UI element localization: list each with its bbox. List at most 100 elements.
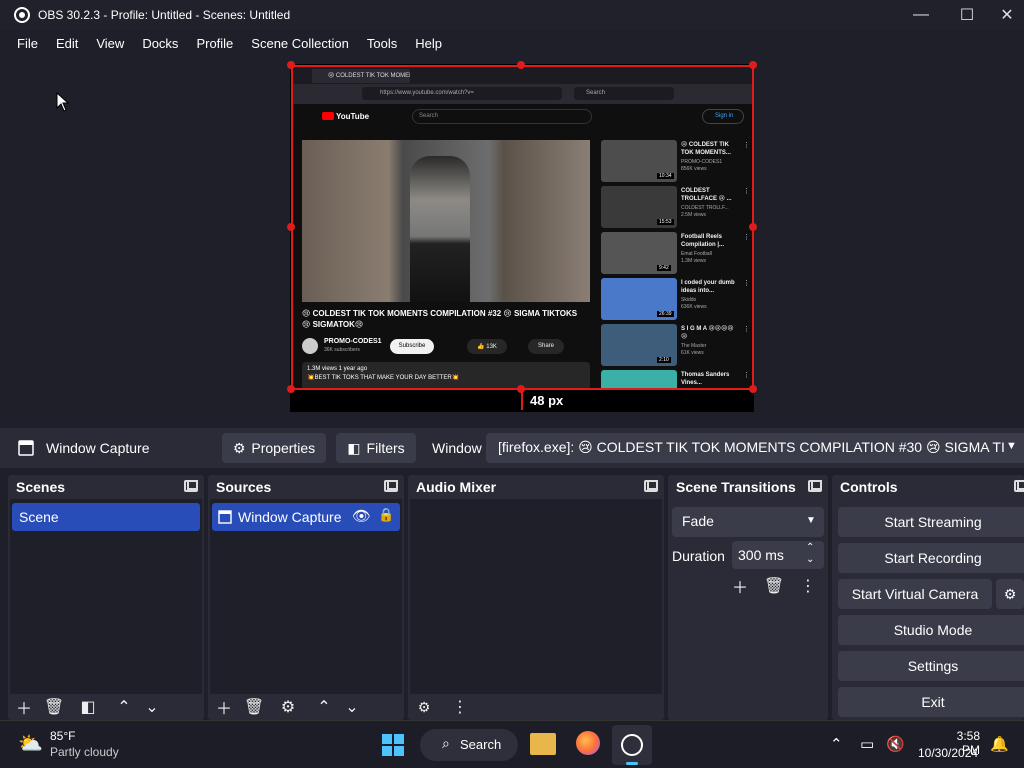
minimize-button[interactable]: — [898,0,944,30]
weather-icon[interactable]: ⛅ [18,731,43,756]
resize-handle-top[interactable] [517,61,525,69]
close-button[interactable]: ✕ [990,0,1024,30]
filters-icon: ◧ [347,439,361,456]
window-select-dropdown[interactable]: [firefox.exe]: 😢 COLDEST TIK TOK MOMENTS… [486,433,1024,463]
add-transition-button[interactable]: ＋ [728,575,752,597]
offset-label: 48 px [530,393,564,408]
clock-date[interactable]: 10/30/2024 [918,746,978,760]
menu-docks[interactable]: Docks [133,36,187,51]
file-explorer-icon[interactable] [530,733,556,755]
more-options-icon[interactable]: ⋮ [448,696,472,718]
chevron-down-icon[interactable]: ⌄ [340,696,364,718]
audio-mixer-dock: Audio Mixer ⚙ ⋮ [408,475,664,720]
more-options-icon[interactable]: ⋮ [796,575,820,597]
eye-icon[interactable]: 👁 [352,507,371,525]
resize-handle-bottom-right[interactable] [749,385,757,393]
menu-view[interactable]: View [87,36,133,51]
resize-handle-top-right[interactable] [749,61,757,69]
resize-handle-bottom-left[interactable] [287,385,295,393]
sources-list: Window Capture 👁 🔒 [210,499,402,694]
chevron-up-icon[interactable]: ⌃ [312,696,336,718]
source-selection-box[interactable] [291,65,754,390]
lock-icon[interactable]: 🔒 [378,507,394,523]
filters-label: Filters [366,440,405,456]
virtual-camera-gear-icon[interactable]: ⚙ [996,579,1024,609]
firefox-icon[interactable] [576,731,600,755]
start-virtual-camera-button[interactable]: Start Virtual Camera [838,579,992,609]
exit-button[interactable]: Exit [838,687,1024,717]
volume-muted-icon[interactable]: 🔇 [886,735,905,753]
filters-button[interactable]: ◧ Filters [336,433,416,463]
filters-icon[interactable]: ◧ [76,696,100,718]
duration-spinbox[interactable]: 300 ms ⌃ ⌄ [732,541,824,569]
trash-icon[interactable]: 🗑 [762,575,786,597]
maximize-button[interactable]: ☐ [944,0,990,30]
dock-float-icon[interactable] [808,480,822,492]
dock-float-icon[interactable] [1014,480,1024,492]
obs-taskbar-button[interactable] [612,725,652,765]
notification-icon[interactable]: 🔔 [990,735,1009,753]
start-recording-button[interactable]: Start Recording [838,543,1024,573]
properties-button[interactable]: ⚙ Properties [222,433,326,463]
chevron-down-icon[interactable]: ⌄ [806,554,814,565]
scenes-title: Scenes [16,479,66,495]
source-item-label: Window Capture [238,509,342,525]
chevron-up-icon[interactable]: ⌃ [806,542,814,553]
studio-mode-button[interactable]: Studio Mode [838,615,1024,645]
chevron-down-icon: ▼ [806,515,816,526]
start-streaming-button[interactable]: Start Streaming [838,507,1024,537]
weather-temp[interactable]: 85°F [50,729,75,743]
duration-value: 300 ms [738,547,784,563]
add-source-button[interactable]: ＋ [212,696,236,718]
network-icon[interactable]: ▭ [860,735,874,753]
dock-float-icon[interactable] [184,480,198,492]
transition-select[interactable]: Fade ▼ [672,507,824,537]
weather-desc[interactable]: Partly cloudy [50,745,119,759]
menu-profile[interactable]: Profile [187,36,242,51]
source-toolbar: Window Capture ⚙ Properties ◧ Filters Wind… [0,428,1024,468]
transition-type: Fade [682,513,714,529]
windows-start-icon[interactable] [382,734,404,756]
scene-transitions-title: Scene Transitions [676,479,796,495]
audio-mixer-title: Audio Mixer [416,479,497,495]
properties-label: Properties [251,440,316,456]
window-capture-icon [18,440,34,456]
menu-help[interactable]: Help [406,36,451,51]
menu-scene-collection[interactable]: Scene Collection [242,36,358,51]
menu-tools[interactable]: Tools [358,36,406,51]
controls-dock: Controls Start Streaming Start Recording… [832,475,1024,720]
mouse-cursor-icon [56,92,70,112]
windows-taskbar: ⛅ 85°F Partly cloudy ⌕ Search ⌃ ▭ 🔇 3:58… [0,720,1024,768]
taskbar-search[interactable]: ⌕ Search [420,729,518,761]
audio-mixer-body [410,499,662,694]
window-label: Window [432,440,482,456]
scene-item[interactable]: Scene [12,503,200,531]
chevron-down-icon[interactable]: ▼ [1006,440,1024,458]
dock-float-icon[interactable] [384,480,398,492]
chevron-down-icon[interactable]: ⌄ [140,696,164,718]
trash-icon[interactable]: 🗑 [242,696,266,718]
add-scene-button[interactable]: ＋ [12,696,36,718]
resize-handle-right[interactable] [749,223,757,231]
menu-bar: File Edit View Docks Profile Scene Colle… [0,30,1024,56]
mixer-footer: ⚙ ⋮ [408,694,664,720]
source-item[interactable]: Window Capture 👁 🔒 [212,503,400,531]
resize-handle-top-left[interactable] [287,61,295,69]
resize-handle-left[interactable] [287,223,295,231]
active-indicator [626,762,638,765]
sources-title: Sources [216,479,272,495]
sources-footer: ＋ 🗑 ⚙ ⌃ ⌄ [208,694,404,720]
menu-edit[interactable]: Edit [47,36,87,51]
chevron-up-icon[interactable]: ⌃ [830,735,843,753]
chevron-up-icon[interactable]: ⌃ [112,696,136,718]
menu-file[interactable]: File [8,36,47,51]
trash-icon[interactable]: 🗑 [42,696,66,718]
dock-float-icon[interactable] [644,480,658,492]
taskbar-search-label: Search [460,737,502,752]
scenes-footer: ＋ 🗑 ◧ ⌃ ⌄ [8,694,204,720]
source-name-label: Window Capture [46,440,150,456]
settings-button[interactable]: Settings [838,651,1024,681]
duration-label: Duration [672,548,725,564]
gear-icon[interactable]: ⚙ [276,696,300,718]
advanced-audio-gear-icon[interactable]: ⚙ [412,696,436,718]
